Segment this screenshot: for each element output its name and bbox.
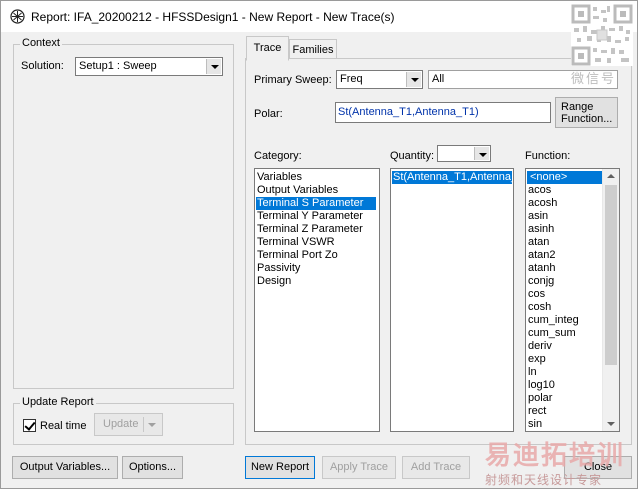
list-item[interactable]: rect bbox=[527, 405, 546, 418]
scroll-down-icon[interactable] bbox=[607, 422, 615, 426]
new-report-label: New Report bbox=[250, 461, 310, 473]
list-item[interactable]: Design bbox=[256, 275, 291, 288]
watermark-brand: 易迪拓培训 bbox=[485, 440, 626, 470]
add-trace-label: Add Trace bbox=[410, 461, 462, 473]
function-list[interactable]: <none> acos acosh asin asinh atan atan2 … bbox=[525, 168, 620, 432]
list-item[interactable]: atan bbox=[527, 236, 549, 249]
report-dialog: Report: IFA_20200212 - HFSSDesign1 - New… bbox=[0, 0, 638, 489]
list-item[interactable]: atan2 bbox=[527, 249, 556, 262]
list-item[interactable]: exp bbox=[527, 353, 546, 366]
list-item-selected[interactable]: <none> bbox=[527, 171, 602, 184]
list-item[interactable]: asin bbox=[527, 210, 548, 223]
window-title: Report: IFA_20200212 - HFSSDesign1 - New… bbox=[31, 10, 395, 24]
list-item[interactable]: acosh bbox=[527, 197, 557, 210]
polar-label: Polar: bbox=[254, 108, 283, 120]
chevron-down-icon[interactable] bbox=[406, 72, 421, 87]
qr-code-image bbox=[571, 4, 633, 66]
list-item[interactable]: cosh bbox=[527, 301, 551, 314]
chevron-down-icon[interactable] bbox=[206, 59, 221, 74]
update-button[interactable]: Update bbox=[94, 413, 163, 436]
list-item[interactable]: deriv bbox=[527, 340, 552, 353]
context-legend: Context bbox=[20, 37, 62, 49]
title-bar: Report: IFA_20200212 - HFSSDesign1 - New… bbox=[1, 1, 637, 32]
category-label: Category: bbox=[254, 150, 302, 162]
list-item[interactable]: polar bbox=[527, 392, 552, 405]
list-item[interactable]: Terminal Y Parameter bbox=[256, 210, 363, 223]
list-item[interactable]: sin bbox=[527, 418, 542, 431]
list-item[interactable]: Passivity bbox=[256, 262, 300, 275]
realtime-checkbox[interactable] bbox=[23, 419, 36, 432]
range-function-button[interactable]: Range Function... bbox=[555, 97, 618, 128]
primary-sweep-label: Primary Sweep: bbox=[254, 74, 332, 86]
watermark-subtitle: 射频和天线设计专家 bbox=[485, 473, 603, 487]
polar-expression-field[interactable]: St(Antenna_T1,Antenna_T1) bbox=[335, 102, 551, 123]
primary-sweep-dropdown[interactable]: Freq bbox=[336, 70, 423, 89]
tab-trace[interactable]: Trace bbox=[246, 36, 289, 61]
list-item[interactable]: Terminal VSWR bbox=[256, 236, 335, 249]
list-item[interactable]: ln bbox=[527, 366, 537, 379]
caret-down-icon bbox=[148, 423, 156, 427]
options-button[interactable]: Options... bbox=[122, 456, 183, 479]
quantity-label: Quantity: bbox=[390, 150, 435, 162]
list-item[interactable]: log10 bbox=[527, 379, 555, 392]
solution-label: Solution: bbox=[21, 60, 64, 72]
quantity-filter-dropdown[interactable] bbox=[437, 145, 491, 162]
update-button-label: Update bbox=[103, 418, 139, 430]
quantity-list[interactable]: St(Antenna_T1,Antenna_T1) bbox=[390, 168, 514, 432]
function-list-scrollbar[interactable] bbox=[602, 169, 619, 431]
list-item-selected[interactable]: Terminal S Parameter bbox=[256, 197, 376, 210]
output-variables-label: Output Variables... bbox=[19, 461, 111, 473]
output-variables-button[interactable]: Output Variables... bbox=[12, 456, 118, 479]
update-report-group: Update Report Real time Update bbox=[13, 396, 234, 445]
list-item[interactable]: acos bbox=[527, 184, 551, 197]
range-function-label: Range Function... bbox=[561, 101, 613, 125]
list-item[interactable]: Output Variables bbox=[256, 184, 338, 197]
trace-tab-panel: Primary Sweep: Freq All Polar: St(Antenn… bbox=[245, 58, 632, 445]
options-label: Options... bbox=[128, 461, 177, 473]
solution-value: Setup1 : Sweep bbox=[79, 60, 157, 72]
category-list[interactable]: Variables Output Variables Terminal S Pa… bbox=[254, 168, 380, 432]
primary-sweep-value: Freq bbox=[340, 73, 363, 85]
split-separator bbox=[143, 417, 144, 432]
tab-families-label: Families bbox=[292, 44, 334, 56]
list-item[interactable]: asinh bbox=[527, 223, 554, 236]
add-trace-button[interactable]: Add Trace bbox=[402, 456, 470, 479]
context-group: Context Solution: Setup1 : Sweep bbox=[13, 37, 234, 389]
chevron-down-icon[interactable] bbox=[474, 147, 489, 160]
new-report-button[interactable]: New Report bbox=[245, 456, 315, 479]
hfss-app-icon bbox=[10, 9, 25, 24]
list-item[interactable]: conjg bbox=[527, 275, 554, 288]
list-item[interactable]: Terminal Z Parameter bbox=[256, 223, 363, 236]
update-report-legend: Update Report bbox=[20, 396, 96, 408]
polar-expression-value: St(Antenna_T1,Antenna_T1) bbox=[338, 106, 479, 118]
function-label: Function: bbox=[525, 150, 571, 162]
apply-trace-button[interactable]: Apply Trace bbox=[322, 456, 396, 479]
list-item[interactable]: cum_sum bbox=[527, 327, 576, 340]
list-item[interactable]: Variables bbox=[256, 171, 302, 184]
list-item[interactable]: Terminal Port Zo bbox=[256, 249, 338, 262]
scroll-up-icon[interactable] bbox=[607, 174, 615, 178]
realtime-label[interactable]: Real time bbox=[40, 420, 86, 432]
apply-trace-label: Apply Trace bbox=[329, 461, 389, 473]
list-item-selected[interactable]: St(Antenna_T1,Antenna_T1) bbox=[392, 171, 512, 184]
list-item[interactable]: cum_integ bbox=[527, 314, 579, 327]
sweep-range-value: All bbox=[432, 73, 445, 85]
scrollbar-thumb[interactable] bbox=[605, 185, 617, 365]
list-item[interactable]: atanh bbox=[527, 262, 556, 275]
solution-dropdown[interactable]: Setup1 : Sweep bbox=[75, 57, 223, 76]
watermark-wechat: 微信号 bbox=[571, 71, 617, 86]
tab-trace-label: Trace bbox=[253, 42, 282, 54]
list-item[interactable]: cos bbox=[527, 288, 545, 301]
